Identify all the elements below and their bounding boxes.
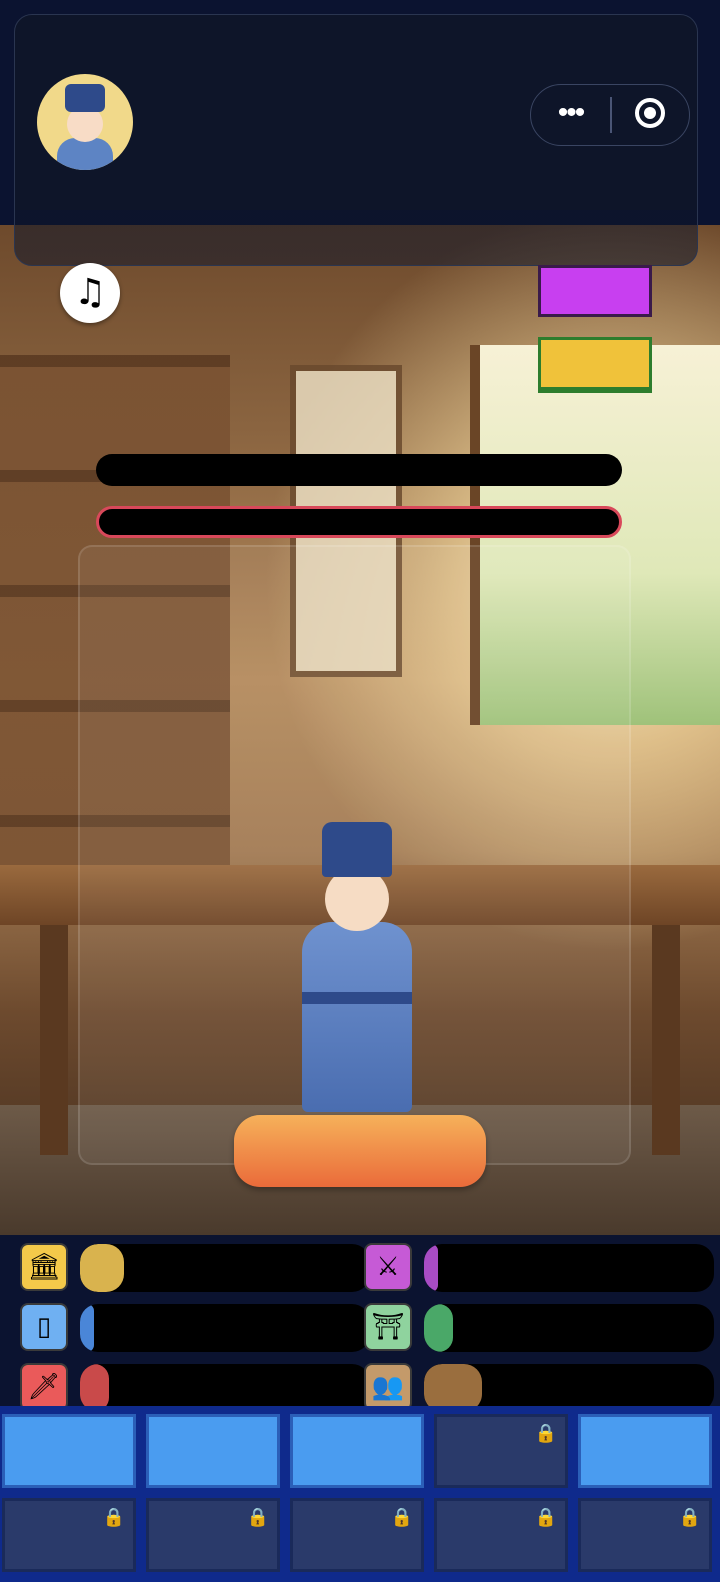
lock-icon: 🔒 [246, 1507, 269, 1528]
inventory-slot-locked[interactable]: 🔒 [434, 1498, 568, 1572]
jade-icon[interactable]: ▯ [20, 1303, 68, 1351]
info-bar [96, 454, 622, 486]
stat-fill [80, 1304, 94, 1352]
music-note-icon[interactable]: ♫ [60, 263, 120, 323]
inventory-slot-locked[interactable]: 🔒 [290, 1498, 424, 1572]
purple-tag-button[interactable] [538, 265, 652, 317]
stat-fill [424, 1364, 482, 1412]
lock-icon: 🔒 [534, 1423, 557, 1444]
people-icon[interactable]: 👥 [364, 1363, 412, 1411]
scholar-character [292, 822, 422, 1112]
money-building-icon[interactable]: 🏛 [20, 1243, 68, 1291]
stat-track [424, 1304, 714, 1352]
player-avatar[interactable] [37, 74, 133, 170]
inventory-slot-locked[interactable]: 🔒 [578, 1498, 712, 1572]
lock-icon: 🔒 [678, 1507, 701, 1528]
stat-fill [80, 1244, 124, 1292]
stat-fill [424, 1244, 438, 1292]
stat-track [424, 1364, 714, 1412]
sword-icon[interactable]: 🗡 [20, 1363, 68, 1411]
lock-icon: 🔒 [390, 1507, 413, 1528]
warrior-icon[interactable]: ⚔ [364, 1243, 412, 1291]
inventory-slot-locked[interactable]: 🔒 [434, 1414, 568, 1488]
stat-row: ▯ [20, 1300, 370, 1352]
more-dots-icon[interactable]: ••• [531, 85, 610, 145]
tablet-icon[interactable]: ⛩ [364, 1303, 412, 1351]
stat-fill [80, 1364, 109, 1412]
inventory-slot-locked[interactable]: 🔒 [2, 1498, 136, 1572]
stat-row: 🗡 [20, 1360, 370, 1412]
main-action-button[interactable] [234, 1115, 486, 1187]
inventory-slot-open[interactable] [2, 1414, 136, 1488]
stat-row: 👥 [364, 1360, 714, 1412]
inventory-slot-open[interactable] [578, 1414, 712, 1488]
progress-bar-outlined [96, 506, 622, 538]
miniprogram-capsule: ••• [530, 84, 690, 146]
stat-row: ⚔ [364, 1240, 714, 1292]
stat-track [80, 1304, 370, 1352]
lock-icon: 🔒 [534, 1507, 557, 1528]
stat-row: ⛩ [364, 1300, 714, 1352]
inventory-slot-open[interactable] [290, 1414, 424, 1488]
lock-icon: 🔒 [102, 1507, 125, 1528]
stat-track [424, 1244, 714, 1292]
record-target-icon[interactable] [612, 85, 691, 145]
stat-track [80, 1364, 370, 1412]
inventory-slot-locked[interactable]: 🔒 [146, 1498, 280, 1572]
stat-track [80, 1244, 370, 1292]
inventory-slot-open[interactable] [146, 1414, 280, 1488]
yellow-tag-button[interactable] [538, 337, 652, 393]
stat-fill [424, 1304, 453, 1352]
stat-row: 🏛 [20, 1240, 370, 1292]
